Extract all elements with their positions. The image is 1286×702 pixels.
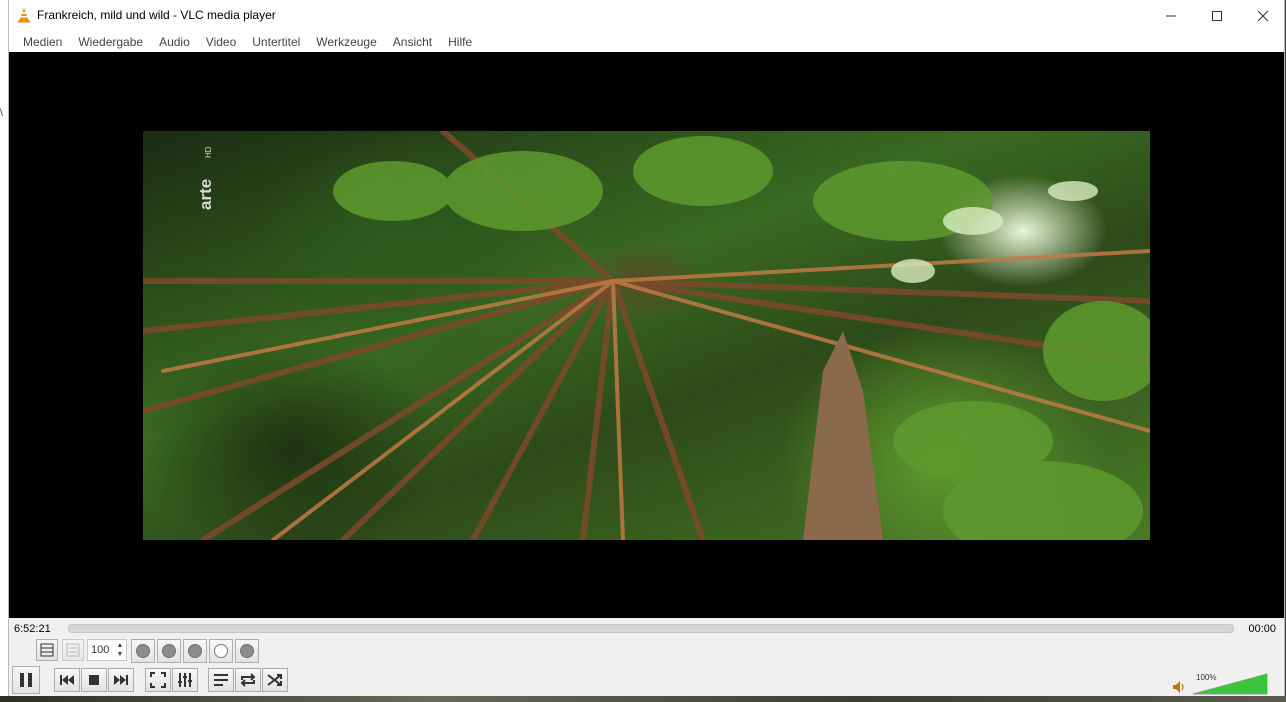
remaining-time[interactable]: 00:00	[1248, 623, 1276, 635]
menu-hilfe[interactable]: Hilfe	[440, 35, 480, 49]
shuffle-button[interactable]	[262, 668, 288, 692]
next-button[interactable]	[108, 668, 134, 692]
spin-arrows-icon[interactable]: ▲ ▼	[115, 641, 125, 659]
advanced-controls: 100 ▲ ▼	[9, 638, 1284, 664]
record-button[interactable]	[131, 639, 155, 663]
fullscreen-button[interactable]	[145, 668, 171, 692]
equalizer-icon	[178, 673, 192, 687]
extended-settings-button[interactable]	[172, 668, 198, 692]
pause-icon	[20, 673, 32, 687]
frame-step-icon	[214, 644, 228, 658]
loop-ab-button[interactable]	[183, 639, 207, 663]
loop-icon	[240, 673, 256, 687]
pause-button[interactable]	[12, 666, 40, 694]
svg-text:HD: HD	[204, 146, 213, 158]
close-icon	[1257, 10, 1269, 21]
channel-logo: arte HD	[197, 146, 215, 210]
snapshot-button[interactable]	[157, 639, 181, 663]
playlist-icon	[214, 674, 228, 686]
menu-audio[interactable]: Audio	[151, 35, 198, 49]
menu-bar: Medien Wiedergabe Audio Video Untertitel…	[9, 31, 1284, 52]
extended-view-button[interactable]	[62, 639, 84, 661]
seek-slider[interactable]	[68, 624, 1234, 633]
effects-button[interactable]	[235, 639, 259, 663]
desktop-mark: \	[0, 108, 3, 119]
stop-icon	[89, 675, 99, 685]
playlist-button[interactable]	[208, 668, 234, 692]
menu-video[interactable]: Video	[198, 35, 244, 49]
snapshot-icon	[162, 644, 176, 658]
maximize-button[interactable]	[1194, 0, 1240, 31]
vlc-cone-icon	[18, 8, 30, 23]
menu-werkzeuge[interactable]: Werkzeuge	[308, 35, 384, 49]
loop-ab-icon	[188, 644, 202, 658]
effects-icon	[240, 644, 254, 658]
speaker-icon[interactable]	[1172, 680, 1186, 694]
video-frame	[143, 131, 1150, 540]
maximize-icon	[1212, 10, 1222, 21]
menu-medien[interactable]: Medien	[15, 35, 70, 49]
background-desktop-edge: \	[0, 0, 8, 702]
zoom-spinbox[interactable]: 100 ▲ ▼	[87, 639, 127, 661]
seek-row: 6:52:21 00:00	[9, 620, 1284, 638]
fullscreen-icon	[150, 672, 166, 688]
minimize-icon	[1166, 15, 1176, 16]
menu-ansicht[interactable]: Ansicht	[385, 35, 440, 49]
title-bar[interactable]: Frankreich, mild und wild - VLC media pl…	[9, 0, 1284, 31]
svg-text:arte: arte	[197, 179, 215, 210]
frame-step-button[interactable]	[209, 639, 233, 663]
jungle-scene	[143, 131, 1150, 540]
vlc-window: Frankreich, mild und wild - VLC media pl…	[8, 0, 1285, 702]
minimize-button[interactable]	[1148, 0, 1194, 31]
volume-slider[interactable]	[1192, 673, 1268, 695]
menu-wiedergabe[interactable]: Wiedergabe	[70, 35, 151, 49]
minimal-view-icon	[40, 643, 54, 657]
extended-view-icon	[66, 643, 80, 657]
stop-button[interactable]	[81, 668, 107, 692]
video-output[interactable]: arte HD	[9, 52, 1284, 618]
desktop-background-strip	[0, 696, 1286, 702]
close-button[interactable]	[1240, 0, 1286, 31]
shuffle-icon	[267, 674, 282, 686]
zoom-value: 100	[91, 644, 110, 656]
window-title: Frankreich, mild und wild - VLC media pl…	[37, 8, 276, 22]
previous-button[interactable]	[54, 668, 80, 692]
previous-icon	[60, 675, 74, 685]
menu-untertitel[interactable]: Untertitel	[244, 35, 308, 49]
next-icon	[114, 675, 128, 685]
elapsed-time[interactable]: 6:52:21	[14, 623, 51, 635]
minimal-view-button[interactable]	[36, 639, 58, 661]
record-icon	[136, 644, 150, 658]
main-controls: 100%	[9, 666, 1284, 696]
loop-button[interactable]	[235, 668, 261, 692]
